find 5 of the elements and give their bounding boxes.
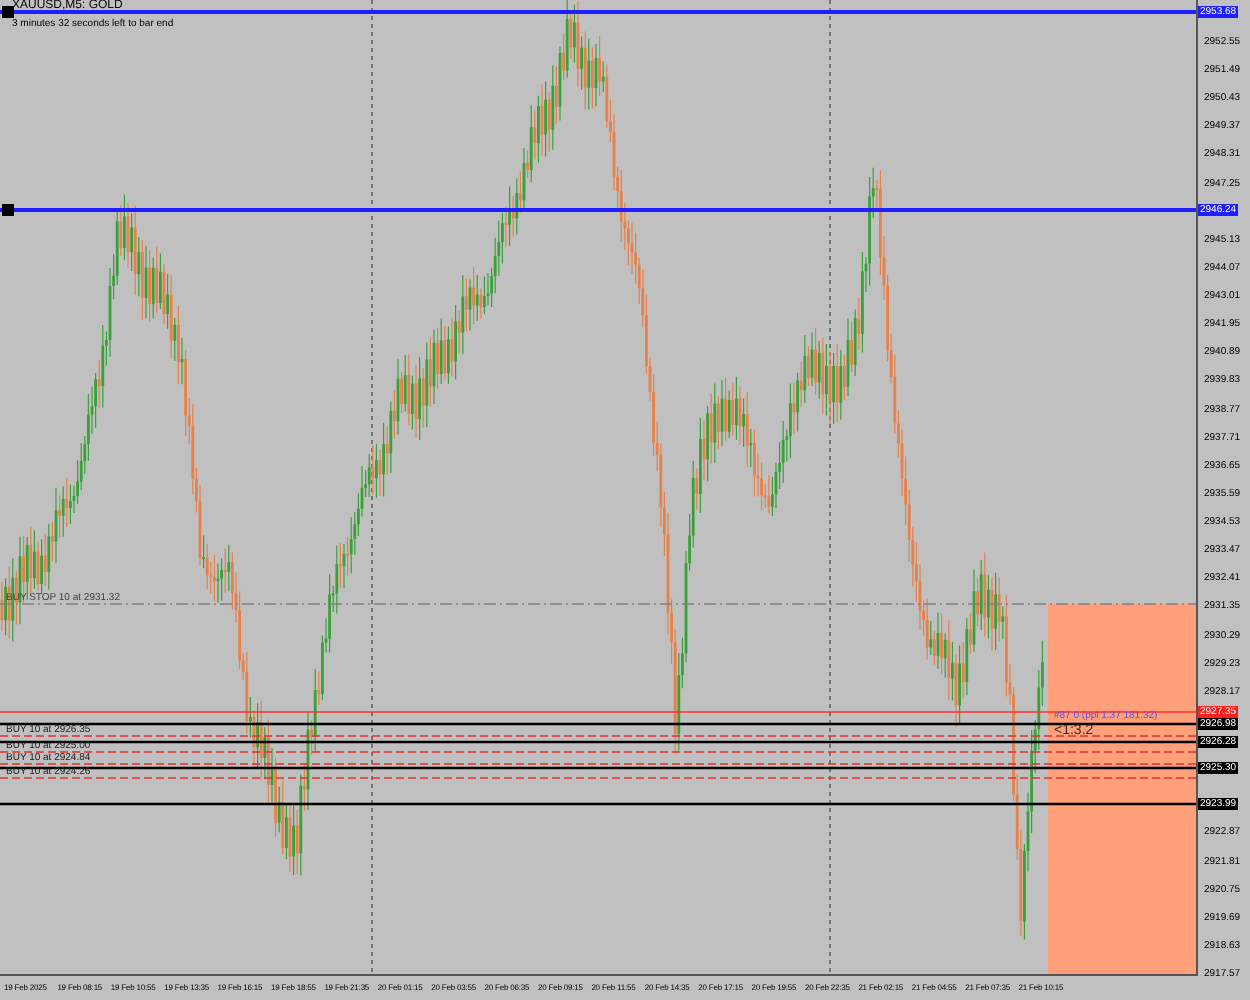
level-line[interactable] xyxy=(0,766,1196,770)
level-line[interactable] xyxy=(0,740,1196,744)
level-line[interactable] xyxy=(0,802,1196,806)
level-line[interactable] xyxy=(0,722,1196,726)
order-line[interactable] xyxy=(0,603,1196,605)
